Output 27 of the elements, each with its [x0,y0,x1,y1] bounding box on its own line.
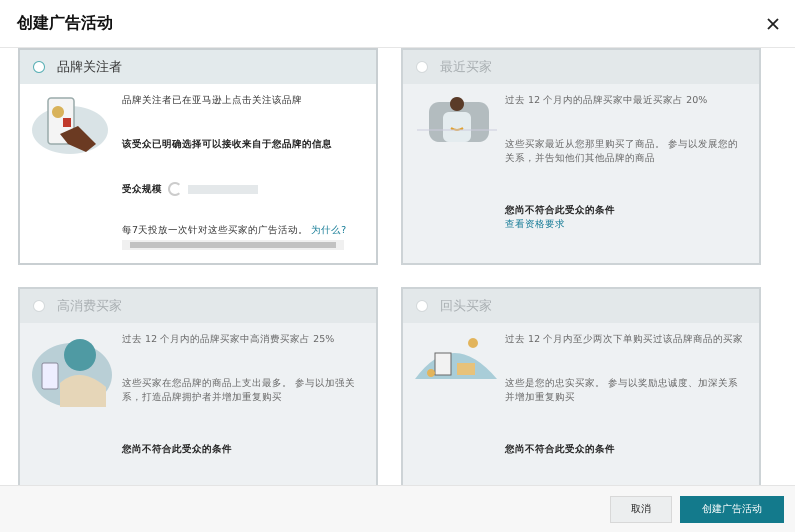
audience-description: 过去 12 个月内的品牌买家中最近买家占 20% [505,94,708,108]
audience-title: 最近买家 [440,59,492,76]
radio-button[interactable] [33,61,45,73]
create-campaign-button[interactable]: 创建广告活动 [680,496,784,522]
why-link[interactable]: 为什么? [311,225,346,236]
audience-detail: 这些买家最近从您那里购买了商品。 参与以发展您的关系，并告知他们其他品牌的商品 [505,138,740,166]
audience-detail: 这些是您的忠实买家。 参与以奖励忠诚度、加深关系并增加重复购买 [505,377,740,405]
horizontal-scrollbar[interactable] [122,240,344,250]
frequency-note: 每7天投放一次针对这些买家的广告活动。 为什么? [122,224,346,238]
audience-title: 高消费买家 [57,298,122,315]
ineligible-notice: 您尚不符合此受众的条件 [505,443,615,457]
audience-card[interactable]: 品牌关注者 品牌关注者已在亚马逊上点击关注该品牌 该受众已明确选择可以接收来自于您品牌的信息 受众规模 每7天投放一次针对这些买家的广告活动。 为什么? [18,48,378,265]
dialog-title: 创建广告活动 [17,13,113,34]
audience-title: 回头买家 [440,298,492,315]
audience-highlight: 该受众已明确选择可以接收来自于您品牌的信息 [122,138,332,152]
audience-description: 过去 12 个月内的品牌买家中高消费买家占 25% [122,333,334,347]
cancel-button[interactable]: 取消 [610,496,672,522]
ineligible-notice: 您尚不符合此受众的条件 [122,443,232,457]
audience-detail: 这些买家在您品牌的商品上支出最多。 参与以加强关系，打造品牌拥护者并增加重复购买 [122,377,356,405]
loading-spinner-icon [168,182,182,196]
audience-title: 品牌关注者 [57,59,122,76]
audience-description: 过去 12 个月内至少两次下单购买过该品牌商品的买家 [505,333,744,347]
close-icon[interactable] [767,18,779,30]
ineligible-notice: 您尚不符合此受众的条件 [505,204,615,218]
audience-description: 品牌关注者已在亚马逊上点击关注该品牌 [122,94,302,108]
blurred-value [188,184,258,194]
audience-size-label: 受众规模 [122,182,162,196]
